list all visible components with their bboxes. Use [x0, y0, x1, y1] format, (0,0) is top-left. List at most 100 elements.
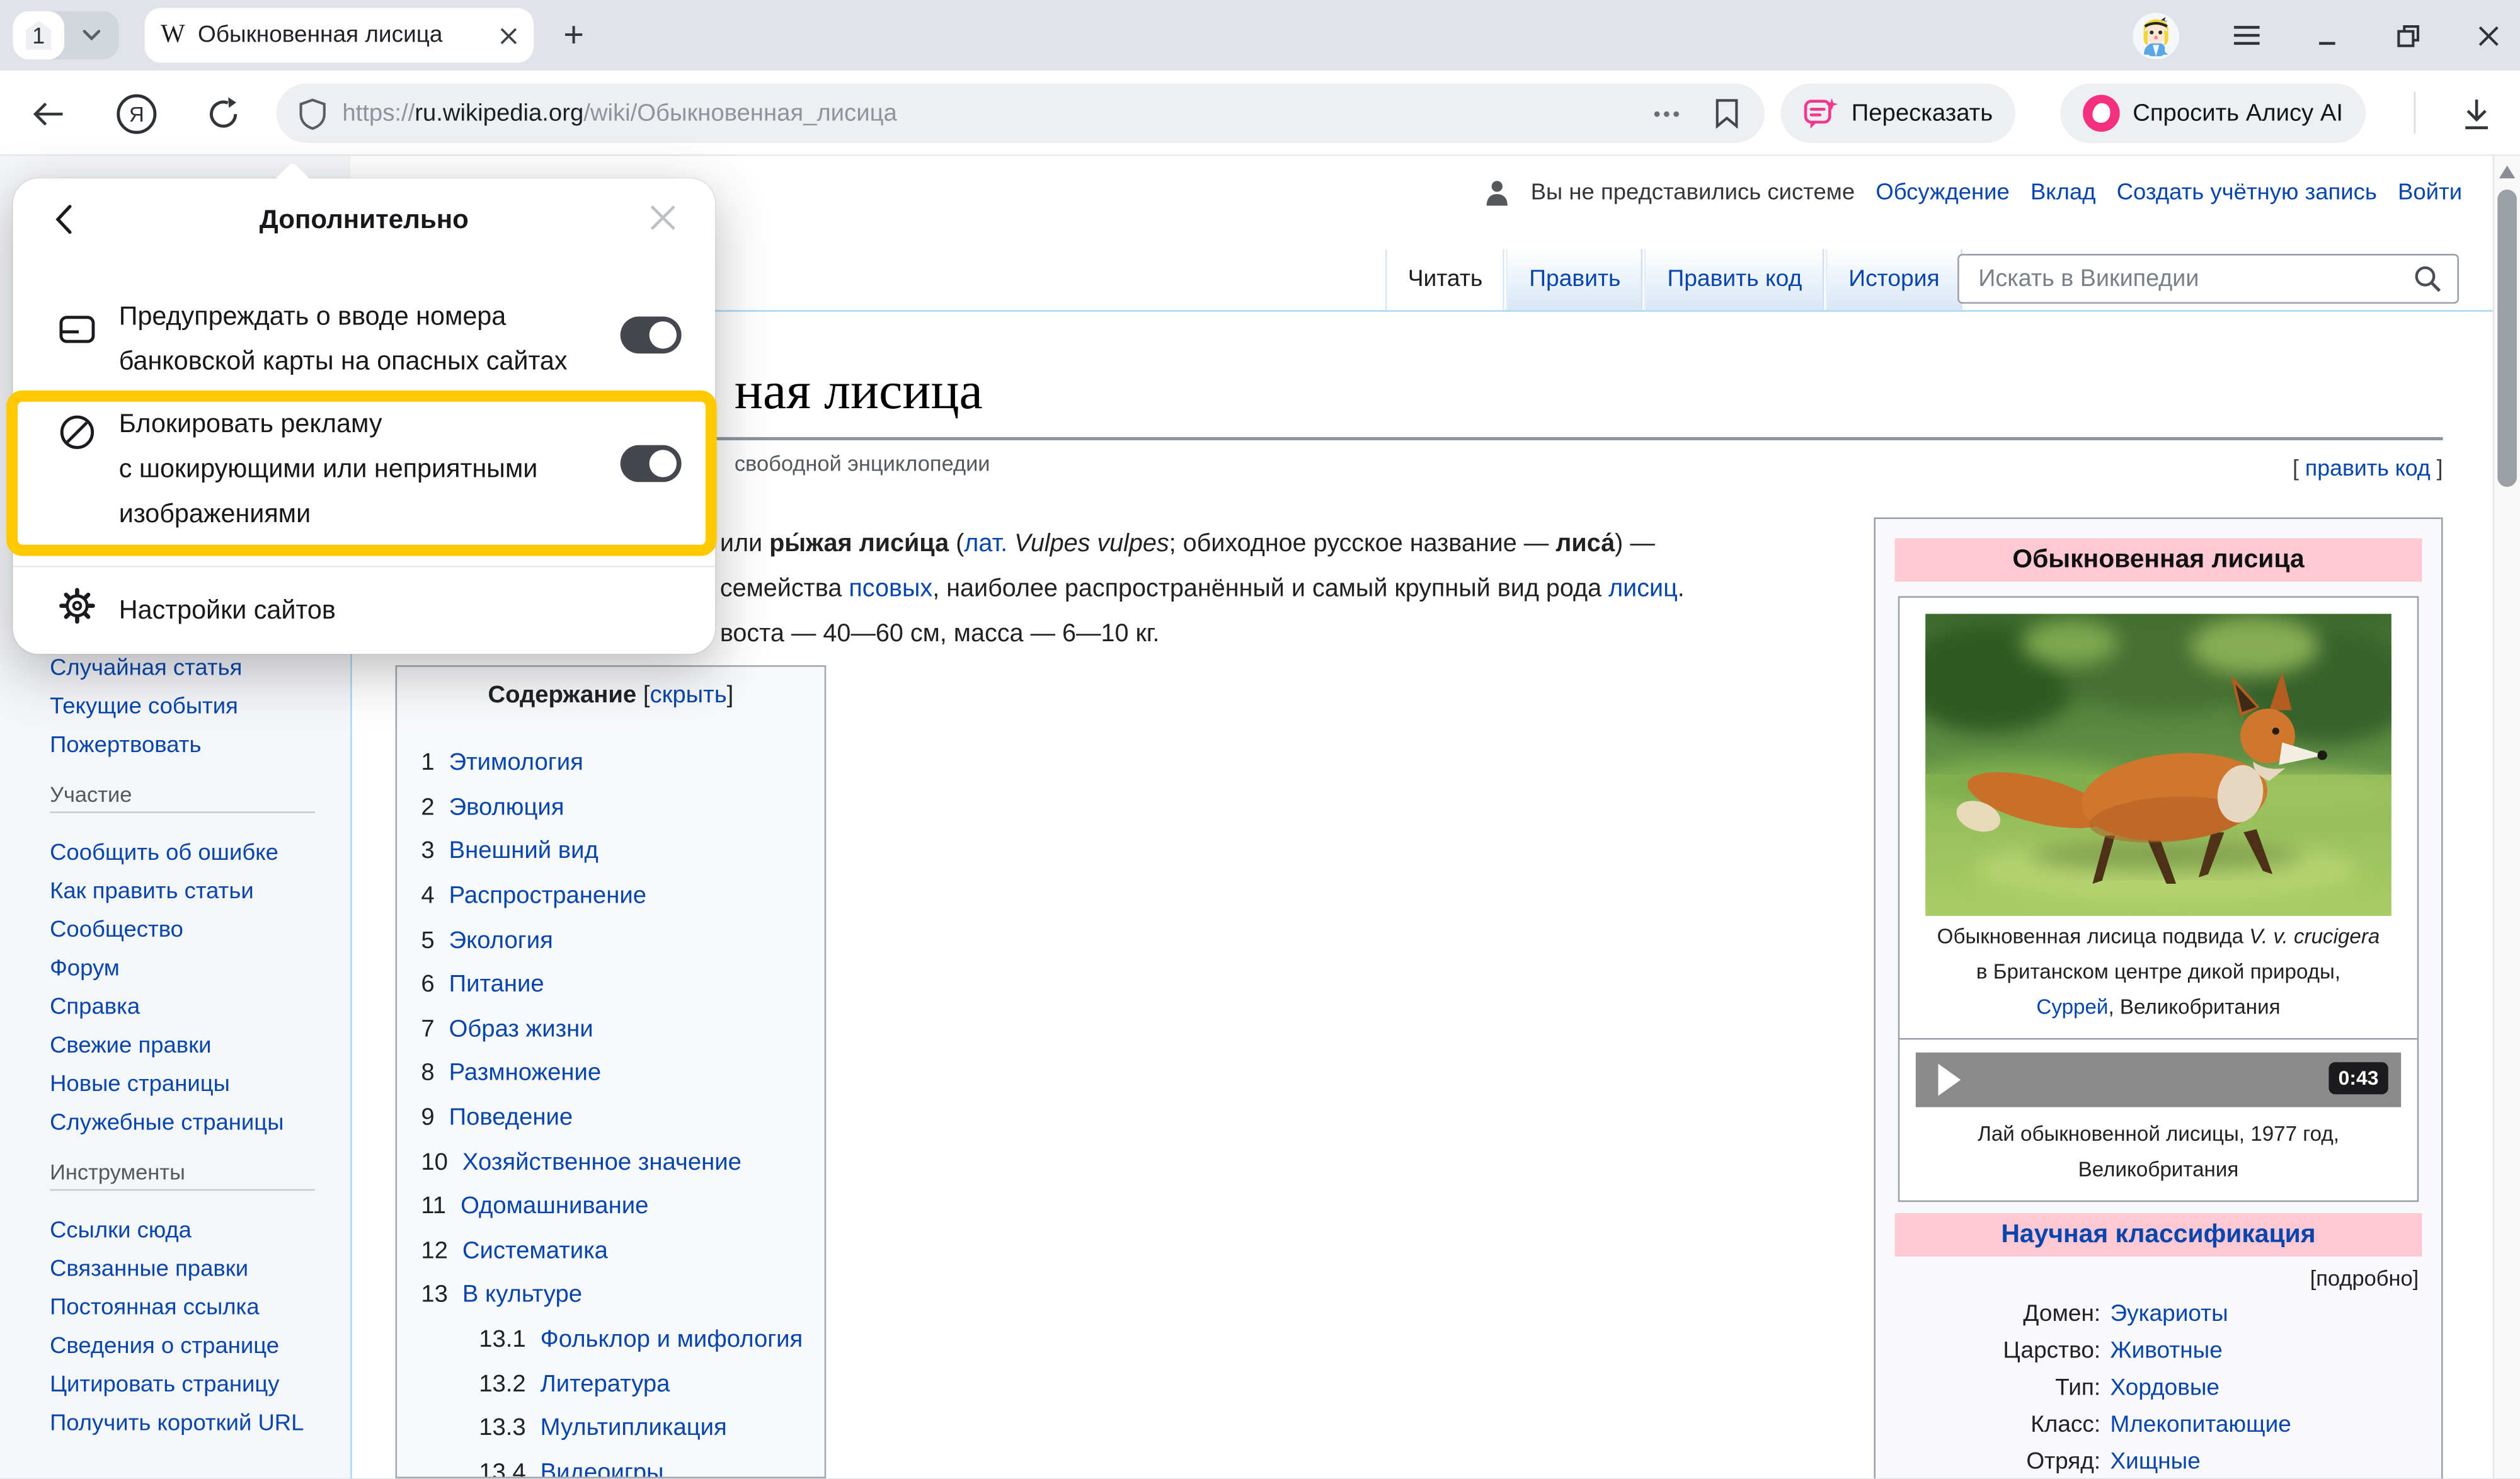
block-shocking-ads-label[interactable]: Блокировать рекламу с шокирующими или не… — [119, 402, 538, 537]
toc-link[interactable]: Размножение — [449, 1059, 602, 1087]
yandex-icon[interactable]: Я — [116, 93, 158, 135]
back-icon[interactable] — [27, 93, 69, 135]
vulpes-link[interactable]: лисиц — [1608, 575, 1678, 602]
canidae-link[interactable]: псовых — [849, 575, 932, 602]
toc-link[interactable]: Эволюция — [449, 794, 564, 821]
wiki-tab[interactable]: Править — [1507, 249, 1644, 310]
wiki-tab[interactable]: Править код — [1645, 249, 1824, 310]
wiki-tab[interactable]: Читать — [1385, 249, 1505, 310]
sidebar-item[interactable]: Цитировать страницу — [50, 1366, 326, 1404]
sidebar-item[interactable]: Связанные правки — [50, 1250, 326, 1289]
more-icon[interactable] — [1654, 110, 1680, 117]
shield-icon[interactable] — [299, 97, 326, 129]
toc-link[interactable]: Образ жизни — [449, 1015, 593, 1042]
personal-link[interactable]: Вклад — [2030, 180, 2096, 206]
tab-counter[interactable]: 1 — [13, 11, 64, 60]
audio-player[interactable]: 0:43 — [1916, 1053, 2401, 1107]
minimize-icon[interactable] — [2314, 23, 2340, 49]
toc-link[interactable]: Литература — [541, 1370, 670, 1397]
address-bar[interactable]: https://ru.wikipedia.org/wiki/Обыкновенн… — [277, 84, 1765, 143]
sidebar-item[interactable]: Служебные страницы — [50, 1104, 326, 1143]
wiki-tab[interactable]: История — [1826, 249, 1962, 310]
scrollbar[interactable] — [2493, 156, 2520, 1478]
toc-list: 1Этимология2Эволюция3Внешний вид4Распрос… — [421, 741, 824, 1478]
toc-title: Содержание [скрыть] — [397, 682, 825, 709]
sidebar-item[interactable]: Получить короткий URL — [50, 1405, 326, 1443]
toc-number: 10 — [421, 1148, 448, 1175]
sidebar-item[interactable]: Текущие события — [50, 688, 326, 726]
search-input[interactable] — [1959, 266, 2398, 292]
tab-close-icon[interactable] — [500, 26, 517, 44]
play-icon[interactable] — [1939, 1064, 1961, 1096]
bookmark-icon[interactable] — [1715, 98, 1739, 128]
tab-strip: 1 W Обыкновенная лисица + — [0, 0, 2520, 71]
classification-header-link[interactable]: Научная классификация — [2001, 1220, 2315, 1249]
restore-icon[interactable] — [2395, 23, 2420, 49]
retell-button[interactable]: Пересказать — [1781, 84, 2015, 143]
toc-link[interactable]: Систематика — [462, 1237, 608, 1264]
personal-link[interactable]: Создать учётную запись — [2117, 180, 2377, 206]
personal-link[interactable]: Обсуждение — [1876, 180, 2009, 206]
chevron-down-icon[interactable] — [64, 29, 119, 42]
toc-link[interactable]: Распространение — [449, 882, 646, 910]
sidebar-item[interactable]: Постоянная ссылка — [50, 1289, 326, 1327]
toc-link[interactable]: Экология — [449, 927, 553, 954]
sidebar-item[interactable]: Справка — [50, 988, 326, 1027]
sidebar-item[interactable]: Случайная статья — [50, 649, 326, 688]
classification-value[interactable]: Хордовые — [2110, 1371, 2219, 1408]
toc-link[interactable]: Видеоигры — [541, 1459, 664, 1478]
sidebar-item[interactable]: Сообщество — [50, 911, 326, 949]
toc-number: 1 — [421, 750, 434, 777]
toc-link[interactable]: Хозяйственное значение — [462, 1148, 742, 1175]
browser-tab[interactable]: W Обыкновенная лисица — [145, 8, 534, 63]
classification-value[interactable]: Млекопитающие — [2110, 1408, 2291, 1445]
reload-icon[interactable] — [202, 93, 244, 135]
new-tab-button[interactable]: + — [546, 8, 601, 63]
warn-card-entry-label[interactable]: Предупреждать о вводе номера банковской … — [119, 294, 568, 384]
personal-bar: Вы не представились системе ОбсуждениеВк… — [1486, 180, 2462, 206]
wiki-search[interactable] — [1957, 254, 2459, 304]
toc-link[interactable]: Поведение — [449, 1104, 573, 1131]
warn-card-entry-toggle[interactable] — [621, 317, 682, 354]
ask-alice-button[interactable]: Спросить Алису AI — [2060, 84, 2365, 143]
sidebar-item[interactable]: Свежие правки — [50, 1027, 326, 1065]
sidebar-item[interactable]: Пожертвовать — [50, 726, 326, 765]
sidebar-item[interactable]: Сообщить об ошибке — [50, 834, 326, 872]
classification-value[interactable]: Эукариоты — [2110, 1297, 2228, 1334]
surrey-link[interactable]: Суррей — [2036, 995, 2108, 1019]
close-icon[interactable] — [2475, 23, 2501, 49]
toc-link[interactable]: Одомашнивание — [461, 1192, 648, 1219]
avatar[interactable] — [2133, 12, 2179, 59]
toc-link[interactable]: В культуре — [462, 1281, 582, 1308]
block-shocking-ads-toggle[interactable] — [621, 445, 682, 483]
toolbar-divider — [2414, 91, 2416, 133]
toc-hide-link[interactable]: скрыть — [650, 682, 727, 709]
sidebar-item[interactable]: Ссылки сюда — [50, 1211, 326, 1250]
toc-link[interactable]: Фольклор и мифология — [541, 1326, 803, 1353]
classification-value[interactable]: Хищные — [2110, 1444, 2200, 1478]
download-icon[interactable] — [2456, 93, 2497, 135]
details-link[interactable]: [подробно] — [1876, 1266, 2419, 1290]
sidebar-item[interactable]: Новые страницы — [50, 1065, 326, 1104]
scroll-up-icon[interactable] — [2499, 166, 2516, 178]
toc-row: 11Одомашнивание — [421, 1184, 824, 1228]
personal-link[interactable]: Войти — [2398, 180, 2462, 206]
toc-link[interactable]: Внешний вид — [449, 838, 598, 865]
user-icon — [1486, 180, 1509, 206]
dropdown-close-icon[interactable] — [650, 204, 677, 231]
lat-link[interactable]: лат. — [964, 530, 1007, 557]
sidebar-item[interactable]: Сведения о странице — [50, 1327, 326, 1366]
sidebar-item[interactable]: Как править статьи — [50, 872, 326, 911]
edit-link-label[interactable]: править код — [2305, 455, 2431, 481]
tab-group-button[interactable]: 1 — [13, 11, 118, 60]
toc-link[interactable]: Этимология — [449, 750, 583, 777]
edit-section-link[interactable]: [ править код ] — [2293, 455, 2443, 481]
classification-value[interactable]: Животные — [2110, 1333, 2222, 1371]
menu-icon[interactable] — [2234, 23, 2260, 49]
toc-link[interactable]: Питание — [449, 971, 544, 998]
scrollbar-thumb[interactable] — [2497, 190, 2517, 487]
toc-link[interactable]: Мультипликация — [541, 1414, 727, 1441]
sidebar-item[interactable]: Форум — [50, 950, 326, 988]
site-settings-item[interactable]: Настройки сайтов — [119, 588, 336, 633]
search-icon[interactable] — [2414, 265, 2441, 292]
